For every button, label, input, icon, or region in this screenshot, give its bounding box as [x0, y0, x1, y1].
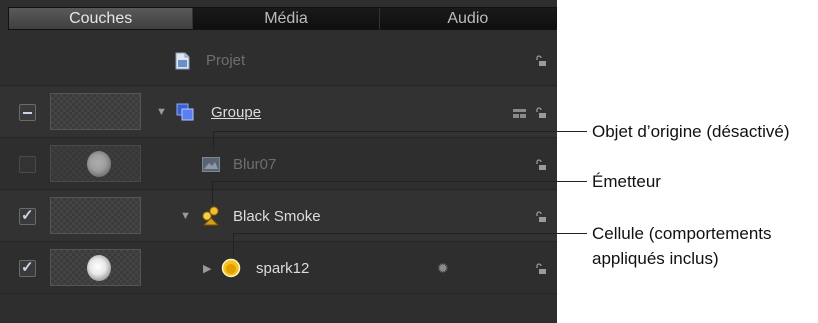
lock-icon[interactable]	[535, 159, 547, 171]
behavior-gear-icon[interactable]: ✹	[437, 260, 449, 277]
layers-panel: Couches Média Audio Projet ▼ Groupe Blur…	[0, 0, 557, 323]
group-layer-icon	[176, 103, 194, 121]
emitter-label: Black Smoke	[233, 208, 321, 225]
callout-emitter: Émetteur	[592, 172, 661, 191]
callout-line-origin	[213, 131, 587, 132]
particle-cell-icon	[221, 258, 241, 278]
emitter-icon	[202, 206, 220, 226]
tab-couches[interactable]: Couches	[9, 8, 194, 29]
lock-icon[interactable]	[535, 211, 547, 223]
project-document-icon	[175, 52, 190, 70]
blur07-checkbox[interactable]	[19, 156, 36, 173]
callout-origin: Objet d’origine (désactivé)	[592, 122, 790, 141]
disclosure-collapsed-icon[interactable]: ▶	[203, 262, 211, 275]
lock-icon[interactable]	[535, 263, 547, 275]
image-layer-icon	[202, 157, 220, 172]
callout-cell-line2: appliqués inclus)	[592, 249, 719, 268]
layer-row-emitter[interactable]: ✓ ▼ Black Smoke	[0, 191, 557, 242]
cell-thumbnail	[50, 249, 141, 286]
emitter-thumbnail	[50, 197, 141, 234]
cell-checkbox[interactable]: ✓	[19, 259, 36, 277]
tab-bar: Couches Média Audio	[8, 7, 557, 30]
cell-label: spark12	[256, 260, 310, 277]
callout-line-cell	[233, 233, 587, 234]
group-thumbnail	[50, 93, 141, 130]
project-label: Projet	[206, 52, 246, 69]
project-row[interactable]: Projet	[0, 35, 557, 86]
lock-icon[interactable]	[535, 107, 547, 119]
blur07-thumbnail	[50, 145, 141, 182]
tab-media[interactable]: Média	[193, 8, 380, 29]
disclosure-expanded-icon[interactable]: ▼	[180, 210, 191, 222]
group-label: Groupe	[211, 104, 262, 121]
layer-row-blur07[interactable]: Blur07	[0, 139, 557, 190]
layer-row-cell[interactable]: ✓ ▶ spark12 ✹	[0, 243, 557, 294]
tab-audio[interactable]: Audio	[380, 8, 556, 29]
lock-icon[interactable]	[535, 55, 547, 67]
blur07-label: Blur07	[233, 156, 277, 173]
callout-line-emitter	[212, 181, 587, 182]
group-mixed-checkbox[interactable]	[19, 104, 36, 121]
callout-cell-line1: Cellule (comportements	[592, 224, 772, 243]
callout-line-emitter-vertical	[212, 181, 213, 204]
callout-line-origin-vertical	[213, 131, 214, 150]
emitter-checkbox[interactable]: ✓	[19, 207, 36, 225]
disclosure-expanded-icon[interactable]: ▼	[156, 106, 167, 118]
stack-icon	[513, 109, 526, 118]
callout-line-cell-vertical	[233, 233, 234, 257]
